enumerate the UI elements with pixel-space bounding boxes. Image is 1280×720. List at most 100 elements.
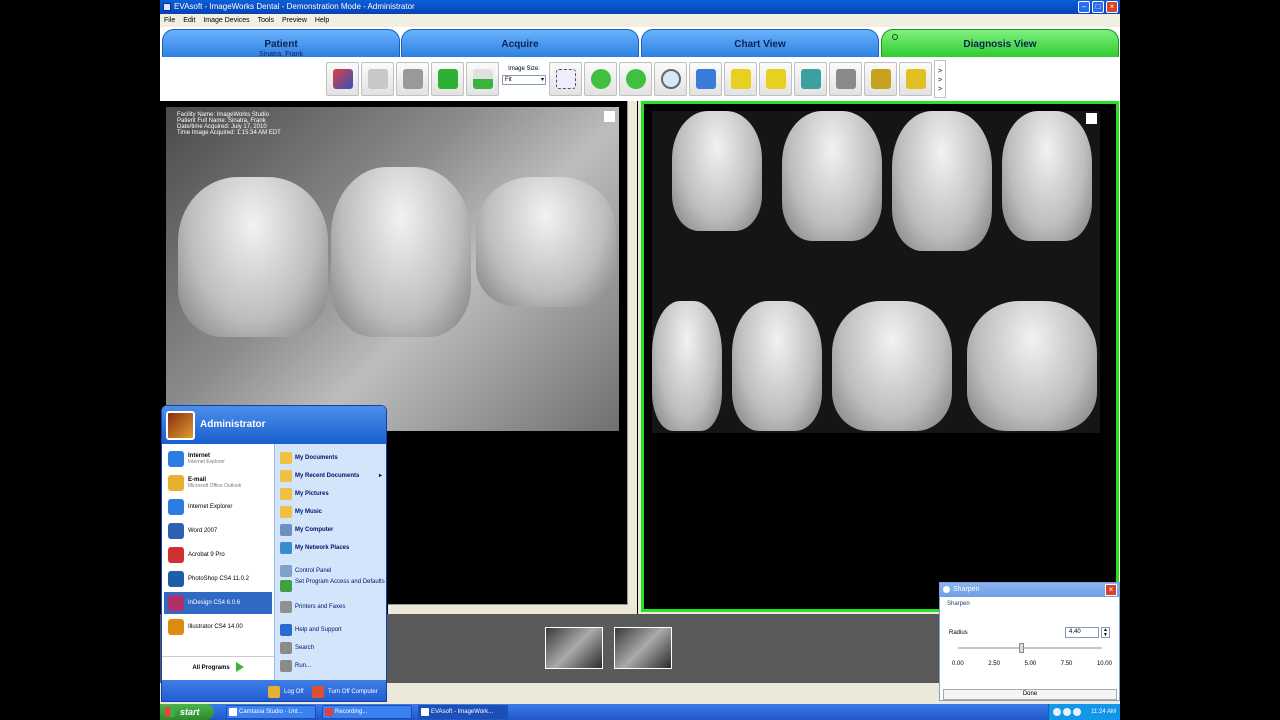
task-evasoft[interactable]: EVAsoft - ImageWork...	[418, 705, 508, 719]
place-item[interactable]: My Recent Documents ▸	[279, 468, 385, 484]
taskbar: start Camtasia Studio - Unt... Recording…	[160, 704, 1120, 720]
menu-preview[interactable]: Preview	[282, 14, 307, 27]
place-item[interactable]: Printers and Faxes	[279, 599, 385, 615]
window-title: EVAsoft - ImageWorks Dental - Demonstrat…	[174, 2, 415, 11]
start-item[interactable]: PhotoShop CS4 11.0.2	[164, 568, 272, 590]
save-button[interactable]	[361, 62, 394, 96]
zoom-in-button[interactable]	[584, 62, 617, 96]
start-item[interactable]: Illustrator CS4 14.00	[164, 616, 272, 638]
close-button[interactable]: ×	[1106, 1, 1118, 13]
menu-edit[interactable]: Edit	[183, 14, 195, 27]
start-button[interactable]: start	[160, 704, 214, 720]
magnifier-button[interactable]	[654, 62, 687, 96]
log-off-icon	[268, 686, 280, 698]
place-item[interactable]: My Network Places	[279, 540, 385, 556]
sharpen-close-button[interactable]: ×	[1105, 584, 1117, 596]
flashlight-button[interactable]	[689, 62, 722, 96]
refresh-button[interactable]	[431, 62, 464, 96]
tab-chart-view[interactable]: Chart View	[641, 29, 879, 57]
evasoft-icon	[421, 708, 429, 716]
print-button[interactable]	[396, 62, 429, 96]
user-avatar	[166, 411, 195, 440]
task-recording[interactable]: Recording...	[322, 705, 412, 719]
image-select-checkbox[interactable]	[604, 111, 615, 122]
dcs-button[interactable]	[794, 62, 827, 96]
menu-help[interactable]: Help	[315, 14, 329, 27]
place-item[interactable]: Control Panel	[279, 563, 385, 579]
tray-volume-icon[interactable]	[1063, 708, 1071, 716]
thumbnail-molars[interactable]	[545, 627, 603, 669]
outlook-icon	[168, 475, 184, 491]
tray-network-icon[interactable]	[1053, 708, 1061, 716]
vertical-scrollbar[interactable]	[627, 101, 637, 614]
eraser-button[interactable]	[326, 62, 359, 96]
place-item[interactable]: Run...	[279, 658, 385, 674]
done-button[interactable]: Done	[943, 689, 1117, 700]
start-menu-footer: Log Off Turn Off Computer	[162, 680, 386, 701]
tray-app-icon[interactable]	[1073, 708, 1081, 716]
select-region-icon	[555, 69, 576, 89]
turn-off-button[interactable]: Turn Off Computer	[312, 685, 378, 699]
place-item[interactable]: My Computer	[279, 522, 385, 538]
thumbnail-bitewing[interactable]	[614, 627, 672, 669]
tab-patient[interactable]: Patient Sinatra, Frank	[162, 29, 400, 58]
radius-input[interactable]: 4.40	[1065, 627, 1099, 638]
place-item[interactable]: My Music	[279, 504, 385, 520]
maximize-button[interactable]: □	[1092, 1, 1104, 13]
start-item[interactable]: Internet Explorer	[164, 496, 272, 518]
horizontal-scrollbar[interactable]	[388, 604, 628, 614]
radius-slider-thumb[interactable]	[1019, 643, 1025, 653]
measure-button[interactable]	[864, 62, 897, 96]
minimize-button[interactable]: –	[1078, 1, 1090, 13]
zoom-out-button[interactable]	[619, 62, 652, 96]
image-pane-right-selected[interactable]	[641, 101, 1119, 612]
menu-image-devices[interactable]: Image Devices	[203, 14, 249, 27]
tab-diagnosis-view[interactable]: Diagnosis View	[881, 29, 1119, 57]
xray-image-molars[interactable]: Facility Name: ImageWorks Studio Patient…	[166, 107, 619, 431]
start-item[interactable]: E-mail Microsoft Office Outlook	[164, 472, 272, 494]
run-icon	[280, 660, 292, 672]
user-name: Administrator	[200, 419, 266, 430]
tab-acquire[interactable]: Acquire	[401, 29, 639, 57]
brightness-icon	[730, 69, 751, 89]
place-item[interactable]: Set Program Access and Defaults	[279, 578, 385, 596]
tool-button[interactable]	[829, 62, 862, 96]
place-item[interactable]: My Pictures	[279, 486, 385, 502]
place-item[interactable]: Help and Support	[279, 622, 385, 638]
print-icon	[402, 69, 423, 89]
start-item[interactable]: Word 2007	[164, 520, 272, 542]
magnifier-icon	[660, 69, 681, 89]
control-panel-icon	[280, 565, 292, 577]
brightness-button[interactable]	[724, 62, 757, 96]
dcm-button[interactable]	[899, 62, 932, 96]
printer-icon	[280, 601, 292, 613]
image-size-select[interactable]: Fit	[502, 75, 546, 85]
place-item[interactable]: Search	[279, 640, 385, 656]
contrast-button[interactable]	[759, 62, 792, 96]
help-icon	[280, 624, 292, 636]
image-select-checkbox[interactable]	[1086, 113, 1097, 124]
start-item[interactable]: InDesign CS4 6.0.6	[164, 592, 272, 614]
radius-slider-track[interactable]	[958, 647, 1102, 649]
sharpen-title-bar[interactable]: Sharpen ×	[940, 583, 1119, 597]
program-access-icon	[280, 580, 292, 592]
menu-tools[interactable]: Tools	[258, 14, 274, 27]
start-item[interactable]: Acrobat 9 Pro	[164, 544, 272, 566]
tooth-shape	[1002, 111, 1092, 241]
select-region-button[interactable]	[549, 62, 582, 96]
xray-image-bitewing[interactable]	[652, 111, 1100, 433]
view-tabs: Patient Sinatra, Frank Acquire Chart Vie…	[160, 27, 1120, 58]
menu-file[interactable]: File	[164, 14, 175, 27]
radius-spinner[interactable]: ▲ ▼	[1101, 627, 1110, 638]
log-off-button[interactable]: Log Off	[268, 685, 304, 699]
toolbar-more-button[interactable]: > > >	[934, 60, 946, 98]
place-item[interactable]: My Documents	[279, 450, 385, 466]
arrows-button[interactable]	[466, 62, 499, 96]
task-camtasia[interactable]: Camtasia Studio - Unt...	[226, 705, 316, 719]
title-bar[interactable]: EVAsoft - ImageWorks Dental - Demonstrat…	[160, 0, 1120, 14]
start-item-label: Word 2007	[188, 528, 218, 534]
log-off-label: Log Off	[284, 689, 304, 695]
all-programs-button[interactable]: All Programs	[162, 656, 274, 678]
start-item[interactable]: Internet Internet Explorer	[164, 448, 272, 470]
clock[interactable]: 11:24 AM	[1091, 709, 1116, 715]
